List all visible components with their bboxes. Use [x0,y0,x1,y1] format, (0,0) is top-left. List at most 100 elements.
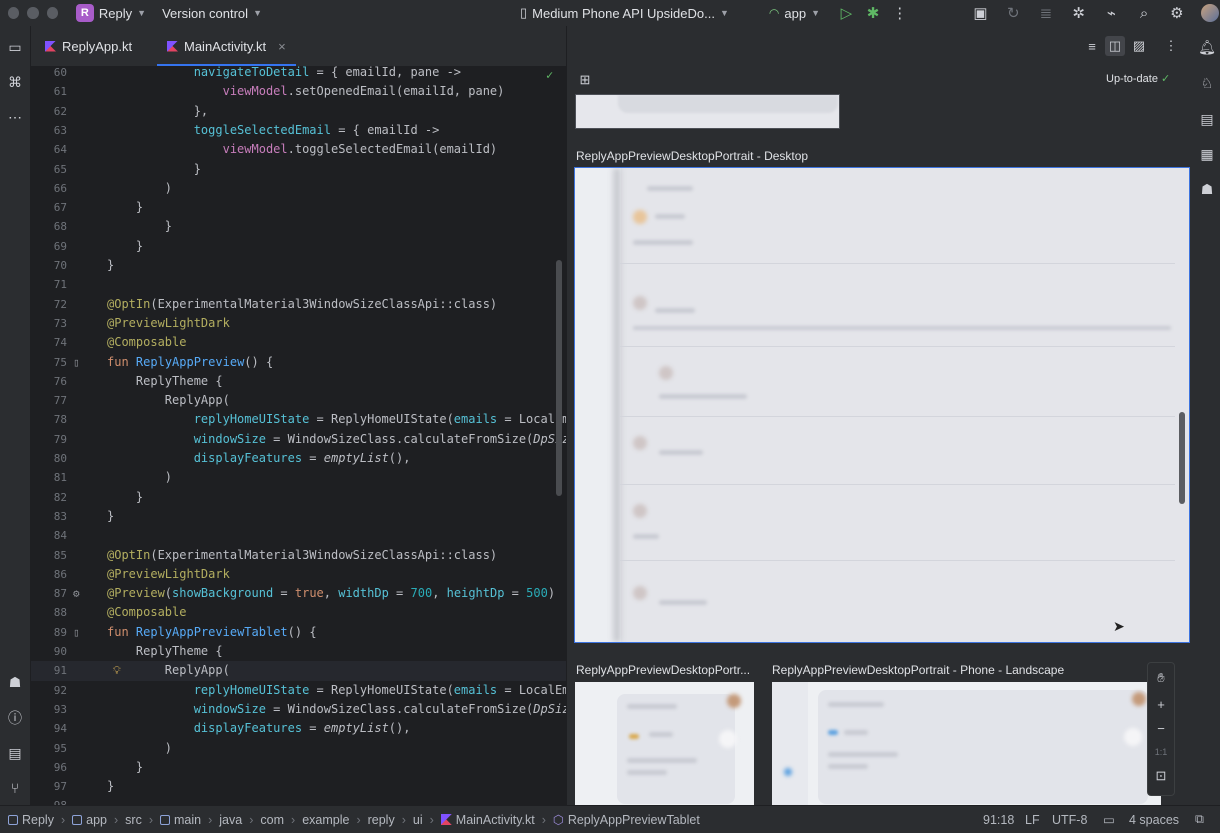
readonly-icon[interactable]: ▭ [1103,812,1115,827]
structure-icon[interactable]: ⌘ [4,71,26,93]
code-line[interactable]: 68 } [31,217,566,236]
code-line[interactable]: 93 windowSize = WindowSizeClass.calculat… [31,700,566,719]
code-line[interactable]: 66 ) [31,179,566,198]
debug-icon[interactable]: ✱ [863,2,884,24]
code-line[interactable]: 91 💡︎ ReplyApp( [31,661,566,681]
code-line[interactable]: 95 ) [31,739,566,758]
code-line[interactable]: 75 ▯ fun ReplyAppPreview() { [31,353,566,372]
zoom-in-icon[interactable]: + [1148,693,1174,715]
device-selector[interactable]: ▯ Medium Phone API UpsideDo... ▼ [520,5,729,21]
code-line[interactable]: 79 windowSize = WindowSizeClass.calculat… [31,430,566,449]
code-line[interactable]: 76 ReplyTheme { [31,372,566,391]
run-config-selector[interactable]: ◠ app ▼ [769,6,820,21]
vcs-menu[interactable]: Version control ▼ [162,6,262,21]
code-line[interactable]: 97} [31,777,566,796]
code-line[interactable]: 65 } [31,160,566,179]
window-zoom-button[interactable] [46,7,58,19]
code-line[interactable]: 84 [31,526,566,545]
preview-run-icon[interactable]: ▯ [73,353,80,372]
code-line[interactable]: 77 ReplyApp( [31,391,566,410]
tab-replyapp[interactable]: ReplyApp.kt [45,26,132,66]
breadcrumb-item[interactable]: main [160,813,201,827]
zoom-to-fit-icon[interactable]: ⊡ [1148,765,1174,787]
device-explorer-icon[interactable]: ▤ [1196,108,1218,130]
code-line[interactable]: 62 }, [31,102,566,121]
layout-icon[interactable]: ⊞ [575,70,595,90]
notifications-icon[interactable]: 🔔︎ [1196,36,1218,58]
code-line[interactable]: 73 @PreviewLightDark [31,314,566,333]
code-line[interactable]: 85 @OptIn(ExperimentalMaterial3WindowSize… [31,546,566,565]
device-manager-icon[interactable]: ▣ [970,2,991,24]
code-line[interactable]: 78 replyHomeUIState = ReplyHomeUIState(e… [31,410,566,429]
code-line[interactable]: 80 displayFeatures = emptyList(), [31,449,566,468]
code-line[interactable]: 64 viewModel.toggleSelectedEmail(emailId… [31,140,566,159]
lock-icon[interactable]: ⧉ [1195,812,1204,827]
code-line[interactable]: 74 @Composable [31,333,566,352]
code-line[interactable]: 81 ) [31,468,566,487]
zoom-out-icon[interactable]: − [1148,717,1174,739]
design-view-icon[interactable]: ▨ [1129,36,1149,56]
logcat-icon[interactable]: ☗ [4,671,26,693]
gradle-icon[interactable]: ♘ [1196,72,1218,94]
code-line[interactable]: 94 displayFeatures = emptyList(), [31,719,566,738]
folder-icon[interactable]: ▭ [4,36,26,58]
preview-desktop[interactable]: ➤ [574,167,1190,643]
code-line[interactable]: 82 } [31,488,566,507]
breadcrumb-item[interactable]: example [302,813,349,827]
code-editor[interactable]: 60 navigateToDetail = { emailId, pane ->… [31,66,566,805]
code-line[interactable]: 87 ⚙ @Preview(showBackground = true, width… [31,584,566,603]
code-line[interactable]: 61 viewModel.setOpenedEmail(emailId, pan… [31,82,566,101]
search-icon[interactable]: ⌕ [1134,2,1155,24]
more-options-icon[interactable]: ⋮ [1161,36,1181,56]
code-line[interactable]: 96 } [31,758,566,777]
problems-icon[interactable]: ⓘ [4,707,26,729]
code-line[interactable]: 88 @Composable [31,603,566,622]
code-line[interactable]: 69 } [31,237,566,256]
file-encoding[interactable]: UTF-8 [1052,813,1087,827]
pan-hand-icon[interactable]: ✋︎ [1148,667,1174,689]
breadcrumb-item[interactable]: reply [368,813,395,827]
close-icon[interactable]: × [278,39,286,54]
preview-run-icon[interactable]: ▯ [73,623,80,642]
apply-code-changes-icon[interactable]: ≣ [1036,2,1057,24]
bug-icon[interactable]: ✲ [1068,2,1089,24]
zoom-actual-button[interactable]: 1:1 [1148,741,1174,763]
run-icon[interactable]: ▷ [836,2,857,24]
preview-settings-icon[interactable]: ⚙ [73,584,80,603]
code-line[interactable]: 71 [31,275,566,294]
code-line[interactable]: 67 } [31,198,566,217]
avatar[interactable] [1199,2,1220,24]
code-line[interactable]: 63 toggleSelectedEmail = { emailId -> [31,121,566,140]
breadcrumb-item[interactable]: com [260,813,284,827]
preview-small[interactable] [575,682,754,805]
more-actions-icon[interactable]: ⋮ [889,2,910,24]
breadcrumb-item[interactable]: java [219,813,242,827]
window-minimize-button[interactable] [27,7,39,19]
breadcrumb-item[interactable]: app [72,813,107,827]
line-separator[interactable]: LF [1025,813,1040,827]
code-line[interactable]: 98 [31,796,566,805]
breadcrumb-item[interactable]: MainActivity.kt [440,813,535,827]
gear-icon[interactable]: ⚙ [1166,2,1187,24]
code-line[interactable]: 89 ▯ fun ReplyAppPreviewTablet() { [31,623,566,642]
code-line[interactable]: 90 ReplyTheme { [31,642,566,661]
preview-scrollbar[interactable] [1179,412,1185,504]
emulator-icon[interactable]: ☗ [1196,178,1218,200]
code-view-icon[interactable]: ≡ [1082,36,1102,56]
breadcrumb-item[interactable]: ui [413,813,423,827]
project-selector[interactable]: R Reply ▼ [75,4,146,22]
breadcrumb-item[interactable]: Reply [8,813,54,827]
preview-landscape[interactable] [772,682,1161,805]
tab-mainactivity[interactable]: MainActivity.kt × [157,26,296,66]
window-close-button[interactable] [8,7,20,19]
code-line[interactable]: 83} [31,507,566,526]
git-icon[interactable]: ⑂ [4,777,26,799]
indent-setting[interactable]: 4 spaces [1129,813,1179,827]
profiler-icon[interactable]: ⌁ [1101,2,1122,24]
code-line[interactable]: 60 navigateToDetail = { emailId, pane -> [31,66,566,82]
breadcrumb-item[interactable]: ⬡ ReplyAppPreviewTablet [553,812,700,828]
more-tools-icon[interactable]: ⋯ [4,106,26,128]
breadcrumb-item[interactable]: src [125,813,142,827]
code-line[interactable]: 72 @OptIn(ExperimentalMaterial3WindowSize… [31,295,566,314]
editor-scrollbar[interactable] [556,260,562,496]
